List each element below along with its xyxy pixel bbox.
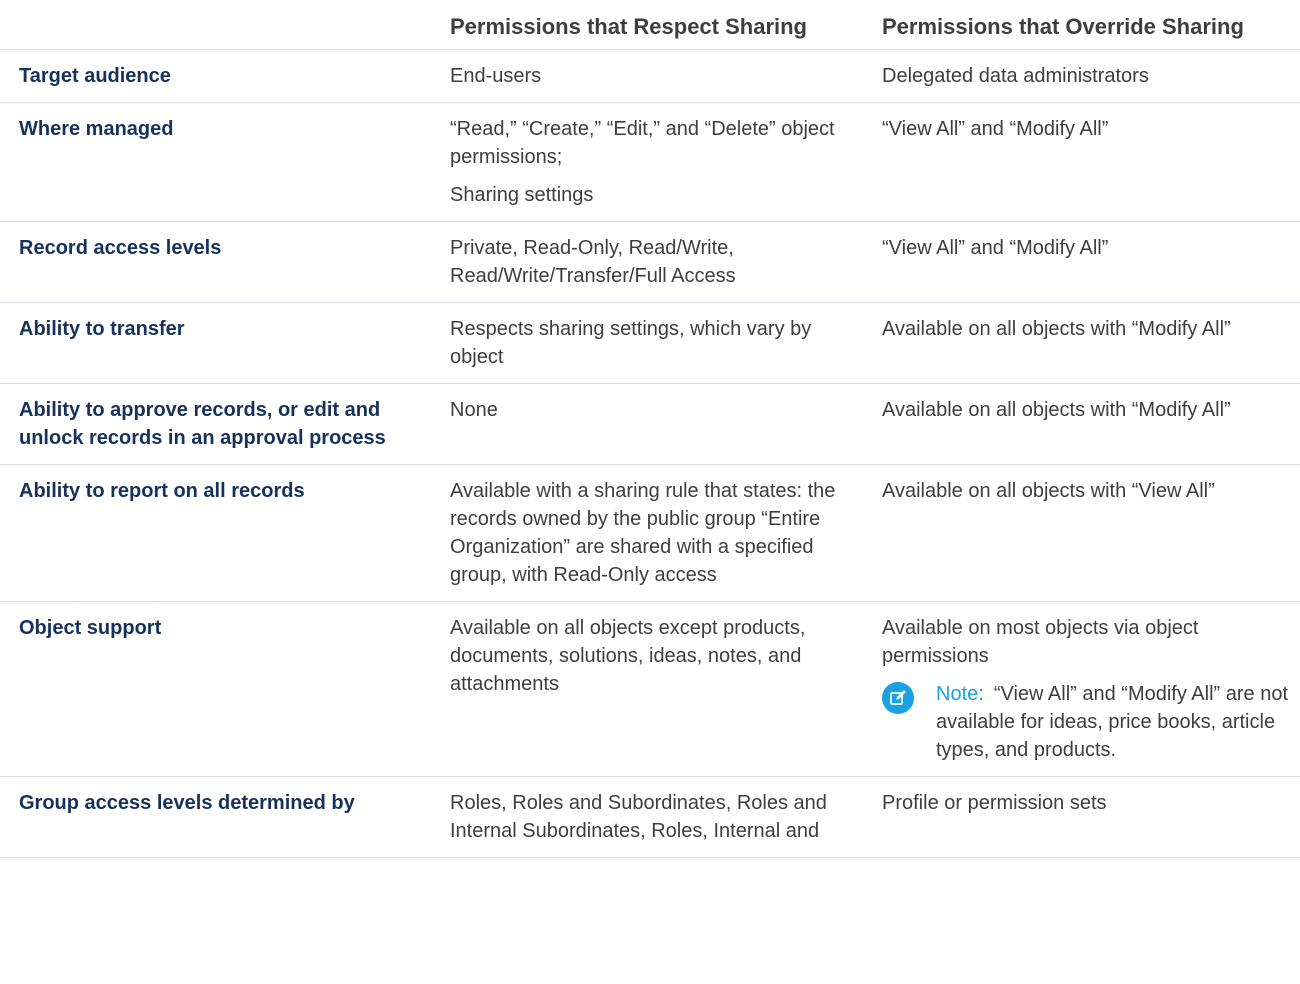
cell-text: Profile or permission sets [882, 792, 1107, 814]
override-cell: Available on all objects with “View All” [876, 464, 1300, 602]
override-cell: Available on all objects with “Modify Al… [876, 383, 1300, 465]
header-blank-cell [0, 0, 444, 50]
note-label: Note: [936, 683, 984, 705]
table-row: Where managed “Read,” “Create,” “Edit,” … [0, 102, 1300, 222]
row-label: Where managed [0, 102, 444, 222]
respect-cell: Respects sharing settings, which vary by… [444, 302, 876, 384]
cell-text: Sharing settings [450, 184, 594, 206]
cell-text: Available on all objects with “View All” [882, 480, 1215, 502]
override-cell: Available on most objects via object per… [876, 601, 1300, 777]
respect-cell: Available with a sharing rule that state… [444, 464, 876, 602]
table-row: Ability to approve records, or edit and … [0, 383, 1300, 465]
table-row: Object support Available on all objects … [0, 601, 1300, 777]
row-label: Group access levels determined by [0, 776, 444, 858]
header-override-sharing: Permissions that Override Sharing [876, 0, 1300, 50]
cell-text: “Read,” “Create,” “Edit,” and “Delete” o… [450, 118, 835, 168]
respect-cell: “Read,” “Create,” “Edit,” and “Delete” o… [444, 102, 876, 222]
cell-text: Available on most objects via object per… [882, 617, 1199, 667]
cell-text: Respects sharing settings, which vary by… [450, 318, 812, 368]
respect-cell: Roles, Roles and Subordinates, Roles and… [444, 776, 876, 858]
row-label: Target audience [0, 49, 444, 103]
permissions-comparison-table: Permissions that Respect Sharing Permiss… [0, 0, 1300, 858]
row-label: Object support [0, 601, 444, 777]
cell-text: End-users [450, 65, 542, 87]
cell-text: Delegated data administrators [882, 65, 1149, 87]
table-row: Ability to transfer Respects sharing set… [0, 302, 1300, 384]
respect-cell: End-users [444, 49, 876, 103]
document-page: Permissions that Respect Sharing Permiss… [0, 0, 1300, 984]
table-row: Ability to report on all records Availab… [0, 464, 1300, 602]
cell-text: Available on all objects with “Modify Al… [882, 399, 1231, 421]
note-callout: Note: “View All” and “Modify All” are not… [882, 680, 1290, 764]
row-label: Record access levels [0, 221, 444, 303]
override-cell: Profile or permission sets [876, 776, 1300, 858]
row-label: Ability to transfer [0, 302, 444, 384]
cell-text: Available on all objects with “Modify Al… [882, 318, 1231, 340]
row-label: Ability to approve records, or edit and … [0, 383, 444, 465]
table-row: Record access levels Private, Read-Only,… [0, 221, 1300, 303]
cell-text: Available on all objects except products… [450, 617, 806, 695]
note-text: “View All” and “Modify All” are not avai… [936, 683, 1289, 761]
respect-cell: Available on all objects except products… [444, 601, 876, 777]
cell-text: Available with a sharing rule that state… [450, 480, 836, 586]
table-row: Group access levels determined by Roles,… [0, 776, 1300, 858]
cell-text: “View All” and “Modify All” [882, 237, 1109, 259]
override-cell: “View All” and “Modify All” [876, 221, 1300, 303]
respect-cell: Private, Read-Only, Read/Write, Read/Wri… [444, 221, 876, 303]
table-row: Target audience End-users Delegated data… [0, 49, 1300, 103]
cell-text: Private, Read-Only, Read/Write, Read/Wri… [450, 237, 736, 287]
override-cell: “View All” and “Modify All” [876, 102, 1300, 222]
cell-text: None [450, 399, 498, 421]
header-respect-sharing: Permissions that Respect Sharing [444, 0, 876, 50]
row-label: Ability to report on all records [0, 464, 444, 602]
note-body: Note: “View All” and “Modify All” are not… [936, 680, 1290, 764]
override-cell: Delegated data administrators [876, 49, 1300, 103]
cell-text: Roles, Roles and Subordinates, Roles and… [450, 792, 827, 842]
respect-cell: None [444, 383, 876, 465]
cell-text: “View All” and “Modify All” [882, 118, 1109, 140]
edit-note-icon [882, 682, 914, 714]
table-header-row: Permissions that Respect Sharing Permiss… [0, 0, 1300, 50]
override-cell: Available on all objects with “Modify Al… [876, 302, 1300, 384]
